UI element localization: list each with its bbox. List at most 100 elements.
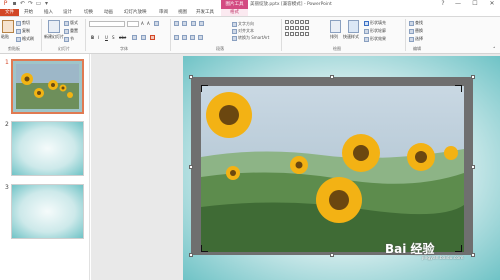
shape-misc-icon[interactable] [300, 32, 304, 36]
shape-callout-icon[interactable] [305, 26, 309, 30]
change-case-button[interactable] [141, 35, 146, 40]
align-right-button[interactable] [190, 35, 195, 40]
shape-triangle-icon[interactable] [305, 20, 309, 24]
layout-button[interactable]: 版式 [64, 20, 78, 26]
resize-handle-left[interactable] [189, 165, 193, 169]
section-button[interactable]: 节 [64, 36, 74, 42]
shape-banner-icon[interactable] [295, 32, 299, 36]
underline-button[interactable]: U [105, 35, 108, 40]
resize-handle-right[interactable] [471, 165, 475, 169]
shape-brace-icon[interactable] [295, 26, 299, 30]
text-direction-button[interactable]: 文字方向 [232, 21, 254, 27]
italic-button[interactable]: I [98, 35, 99, 40]
resize-handle-bottom-left[interactable] [189, 253, 193, 257]
justify-button[interactable] [198, 35, 203, 40]
cut-button[interactable]: 剪切 [16, 20, 30, 26]
clear-formatting-button[interactable] [154, 21, 159, 26]
tab-slideshow[interactable]: 幻灯片放映 [124, 9, 147, 16]
redo-icon[interactable]: ↷ [27, 1, 34, 7]
tab-developer[interactable]: 开发工具 [196, 9, 214, 16]
tab-insert[interactable]: 插入 [44, 9, 53, 16]
shape-outline-button[interactable]: 形状轮廓 [364, 28, 386, 34]
decrease-indent-button[interactable] [191, 21, 196, 26]
slide-thumbnail-1[interactable] [11, 59, 84, 114]
reset-button[interactable]: 重置 [64, 28, 78, 34]
sunflower-picture[interactable] [191, 77, 473, 255]
copy-button[interactable]: 复制 [16, 28, 30, 34]
layout-label: 版式 [70, 20, 78, 25]
select-button[interactable]: 选择 [409, 36, 423, 42]
resize-handle-top-left[interactable] [189, 75, 193, 79]
crop-handle-bottom-left[interactable] [201, 245, 208, 252]
resize-handle-bottom[interactable] [330, 253, 334, 257]
align-center-button[interactable] [182, 35, 187, 40]
shadow-button[interactable]: S [112, 35, 115, 40]
arrange-button[interactable]: 排列 [330, 34, 338, 40]
shape-rounded-icon[interactable] [300, 20, 304, 24]
format-painter-button[interactable]: 格式刷 [16, 36, 34, 42]
shape-rectangle-icon[interactable] [285, 20, 289, 24]
customize-quick-access-icon[interactable]: ▾ [43, 1, 50, 7]
shape-oval-icon[interactable] [290, 20, 294, 24]
help-button[interactable]: ? [436, 0, 450, 8]
maximize-button[interactable]: ☐ [468, 0, 482, 8]
collapse-ribbon-icon[interactable]: ˄ [493, 47, 496, 53]
character-spacing-button[interactable] [132, 35, 137, 40]
tab-animations[interactable]: 动画 [104, 9, 113, 16]
arrange-icon[interactable] [330, 20, 341, 33]
crop-handle-top-left[interactable] [201, 85, 208, 92]
resize-handle-top[interactable] [330, 75, 334, 79]
slide-thumbnail-3[interactable] [11, 184, 84, 239]
bold-button[interactable]: B [91, 35, 94, 40]
paste-icon[interactable] [2, 20, 14, 33]
font-name-input[interactable] [89, 21, 125, 27]
shape-line-icon[interactable] [295, 20, 299, 24]
replace-button[interactable]: 替换 [409, 28, 423, 34]
shape-flow-icon[interactable] [290, 32, 294, 36]
slideshow-icon[interactable]: ▭ [35, 1, 42, 7]
grow-font-button[interactable]: A [141, 21, 144, 26]
quick-styles-icon[interactable] [348, 20, 359, 33]
slide-thumbnail-panel[interactable]: 1 2 3 [0, 54, 90, 280]
crop-handle-top-right[interactable] [455, 85, 462, 92]
resize-handle-top-right[interactable] [471, 75, 475, 79]
close-button[interactable]: ✕ [485, 0, 499, 8]
undo-icon[interactable]: ↶ [19, 1, 26, 7]
new-slide-button[interactable]: 新建幻灯片 [44, 34, 64, 40]
shapes-more-icon[interactable] [305, 32, 309, 36]
shape-block-arrow-icon[interactable] [285, 32, 289, 36]
shape-fill-button[interactable]: 形状填充 [364, 20, 386, 26]
minimize-button[interactable]: — [451, 0, 465, 8]
shape-arrow-icon[interactable] [285, 26, 289, 30]
tab-file[interactable]: 文件 [0, 9, 19, 16]
shape-star-icon[interactable] [300, 26, 304, 30]
convert-smartart-button[interactable]: 转换为 SmartArt [232, 35, 269, 41]
tab-review[interactable]: 审阅 [159, 9, 168, 16]
tab-design[interactable]: 设计 [63, 9, 72, 16]
tab-transitions[interactable]: 切换 [84, 9, 93, 16]
bullets-button[interactable] [174, 21, 179, 26]
align-left-button[interactable] [174, 35, 179, 40]
tab-format[interactable]: 格式 [221, 9, 248, 16]
new-slide-icon[interactable] [48, 20, 60, 33]
tab-view[interactable]: 视图 [178, 9, 187, 16]
align-text-button[interactable]: 对齐文本 [232, 28, 254, 34]
font-color-button[interactable] [150, 35, 155, 40]
paste-button[interactable]: 粘贴 [1, 34, 9, 40]
find-button[interactable]: 查找 [409, 20, 423, 26]
strikethrough-button[interactable]: abc [119, 35, 126, 40]
increase-indent-button[interactable] [199, 21, 204, 26]
font-size-input[interactable] [127, 21, 139, 27]
save-icon[interactable]: ▪ [11, 1, 18, 7]
shape-effects-button[interactable]: 形状效果 [364, 36, 386, 42]
quick-styles-button[interactable]: 快速样式 [343, 34, 359, 40]
shrink-font-button[interactable]: A [147, 21, 150, 26]
indent-icon [199, 21, 204, 26]
shape-curve-icon[interactable] [290, 26, 294, 30]
resize-handle-bottom-right[interactable] [471, 253, 475, 257]
picture-crop-frame[interactable] [191, 77, 473, 255]
crop-handle-bottom-right[interactable] [455, 245, 462, 252]
numbering-button[interactable] [182, 21, 187, 26]
tab-home[interactable]: 开始 [24, 9, 33, 16]
slide-thumbnail-2[interactable] [11, 121, 84, 176]
